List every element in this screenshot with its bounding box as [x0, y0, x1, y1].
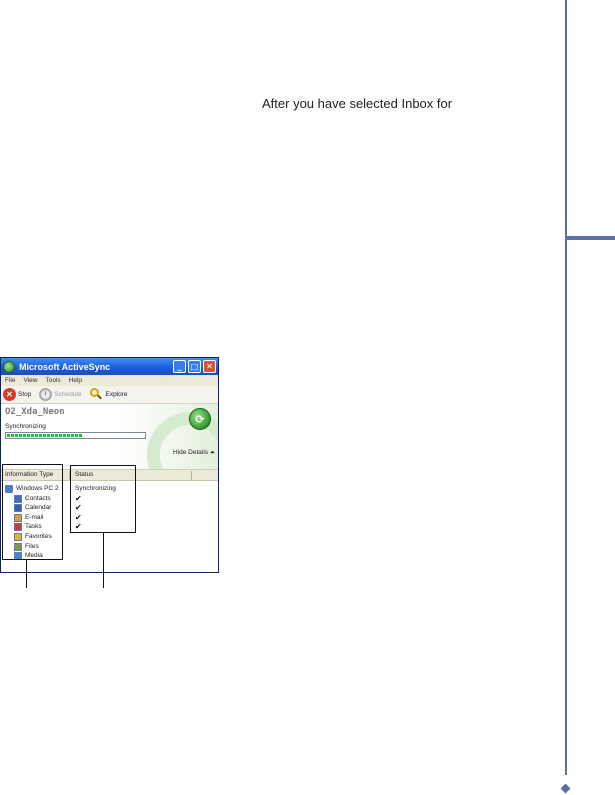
explore-label: Explore: [105, 391, 128, 398]
double-chevron-up-icon: ⏶: [209, 449, 216, 456]
diamond-marker: [560, 783, 571, 794]
progress-fill: [7, 434, 83, 437]
leader-line-information-type: [26, 560, 27, 588]
margin-tab: [567, 236, 615, 240]
activesync-icon: [3, 360, 15, 373]
menu-help[interactable]: Help: [69, 377, 82, 384]
leader-line-status: [103, 533, 104, 588]
stop-icon: ✕: [3, 388, 16, 401]
hide-details-label: Hide Details: [173, 449, 209, 456]
column-separator[interactable]: [191, 471, 192, 480]
menu-file[interactable]: File: [5, 377, 15, 384]
maximize-icon[interactable]: □: [188, 360, 201, 373]
window-title: Microsoft ActiveSync: [19, 361, 111, 372]
clock-icon: [39, 388, 53, 401]
progress-bar: [5, 432, 146, 439]
schedule-label: Schedule: [54, 391, 82, 398]
device-panel: O2_Xda_Neon ⟳ Synchronizing Hide Details…: [1, 404, 218, 470]
schedule-button[interactable]: Schedule: [39, 388, 81, 401]
stop-button[interactable]: ✕ Stop: [3, 388, 31, 401]
margin-rule: [565, 0, 567, 775]
title-bar: Microsoft ActiveSync _ □ ✕: [1, 358, 218, 375]
device-name: O2_Xda_Neon: [5, 407, 65, 417]
callout-information-type: [2, 464, 63, 560]
menu-tools[interactable]: Tools: [45, 377, 60, 384]
magnifier-icon: [89, 388, 103, 401]
toolbar: ✕ Stop Schedule Explore: [1, 386, 218, 404]
body-text: After you have selected Inbox for: [262, 96, 453, 111]
explore-button[interactable]: Explore: [89, 388, 128, 401]
minimize-icon[interactable]: _: [173, 360, 186, 373]
menu-view[interactable]: View: [23, 377, 37, 384]
menu-bar: File View Tools Help: [1, 375, 218, 386]
sync-icon[interactable]: ⟳: [189, 408, 211, 430]
sync-status: Synchronizing: [5, 423, 46, 430]
stop-label: Stop: [18, 391, 32, 398]
callout-status: [70, 465, 136, 533]
hide-details-button[interactable]: Hide Details ⏶: [173, 449, 215, 457]
close-icon[interactable]: ✕: [203, 360, 216, 373]
